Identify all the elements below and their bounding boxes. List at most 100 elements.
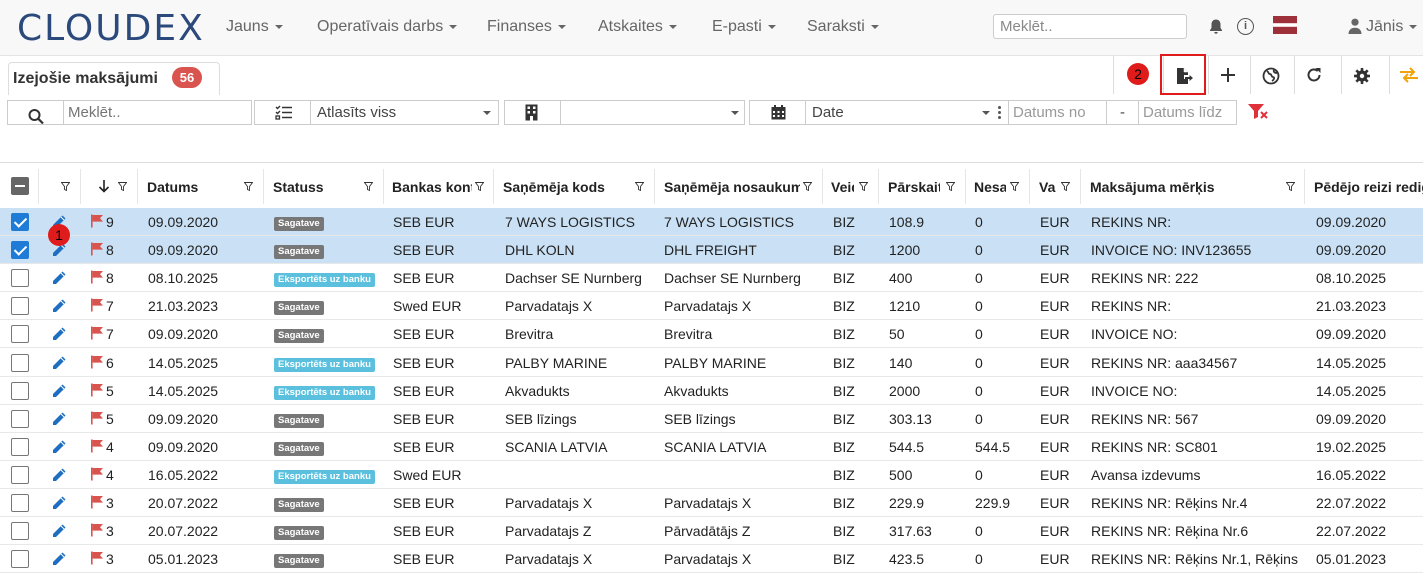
company-filter[interactable]	[504, 100, 745, 125]
flag-icon[interactable]	[90, 411, 104, 425]
col-recipient-code[interactable]: Saņēmēja kods	[503, 179, 628, 195]
swap-button[interactable]	[1389, 56, 1423, 94]
flag-icon[interactable]	[90, 439, 104, 453]
row-checkbox[interactable]	[11, 409, 29, 428]
flag-icon[interactable]	[90, 355, 104, 369]
table-row[interactable]: 8 Sagatave 09.09.2020 SEB EUR DHL KOLN DHL FR…	[0, 236, 1423, 265]
col-bank-account[interactable]: Bankas konts	[392, 179, 472, 195]
col-transferred[interactable]: Pārskaitīts	[888, 179, 940, 195]
date-to-input[interactable]: Datums līdz	[1143, 104, 1235, 121]
latvia-flag-icon[interactable]	[1273, 16, 1297, 34]
user-icon[interactable]	[1348, 18, 1362, 34]
table-row[interactable]: 5 Eksportēts uz banku 14.05.2025 SEB EUR Akv…	[0, 377, 1423, 405]
filter-icon[interactable]	[859, 182, 868, 191]
flag-icon[interactable]	[90, 495, 104, 509]
row-checkbox[interactable]	[11, 213, 29, 231]
row-checkbox[interactable]	[11, 550, 29, 569]
flag-icon[interactable]	[90, 467, 104, 481]
pencil-icon[interactable]	[51, 355, 67, 371]
table-row[interactable]: 3 Sagatave 20.07.2022 SEB EUR Parvadatajs X P…	[0, 489, 1423, 517]
filter-icon[interactable]	[635, 182, 644, 191]
add-button[interactable]	[1208, 56, 1246, 94]
pencil-icon[interactable]	[51, 383, 67, 399]
col-date[interactable]: Datums	[147, 179, 237, 195]
pencil-icon[interactable]	[51, 467, 67, 483]
table-row[interactable]: 3 Sagatave 05.01.2023 SEB EUR Parvadatajs X P…	[0, 545, 1423, 574]
flag-icon[interactable]	[90, 551, 104, 565]
table-row[interactable]: 9 Sagatave 09.09.2020 SEB EUR 7 WAYS LOGISTI…	[0, 208, 1423, 236]
col-payment-purpose[interactable]: Maksājuma mērķis	[1090, 179, 1270, 195]
table-row[interactable]: 7 Sagatave 09.09.2020 SEB EUR Brevitra Brevit…	[0, 320, 1423, 349]
date-field-select[interactable]: Date	[812, 104, 844, 121]
info-icon[interactable]: i	[1237, 18, 1254, 35]
select-all-checkbox[interactable]	[11, 177, 29, 195]
pencil-icon[interactable]	[51, 411, 67, 427]
pencil-icon[interactable]	[51, 326, 67, 342]
filter-icon[interactable]	[946, 182, 955, 191]
tab-outgoing-payments[interactable]: Izejošie maksājumi 56	[8, 62, 220, 95]
row-checkbox[interactable]	[11, 522, 29, 541]
table-row[interactable]: 5 Sagatave 09.09.2020 SEB EUR SEB līzings SEB…	[0, 405, 1423, 433]
bell-icon[interactable]	[1209, 19, 1223, 35]
col-unpaid[interactable]: Nesamaksāts	[974, 179, 1006, 195]
flag-icon[interactable]	[90, 242, 104, 256]
nav-item[interactable]: Operatīvais darbs	[317, 18, 458, 36]
nav-item[interactable]: Saraksti	[807, 18, 879, 36]
sort-desc-icon[interactable]	[98, 179, 110, 193]
nav-item[interactable]: Atskaites	[598, 18, 677, 36]
nav-item[interactable]: Jauns	[226, 18, 283, 36]
filter-icon[interactable]	[1010, 182, 1019, 191]
row-checkbox[interactable]	[11, 269, 29, 288]
pencil-icon[interactable]	[51, 298, 67, 314]
pencil-icon[interactable]	[51, 270, 67, 286]
settings-button[interactable]	[1341, 56, 1383, 94]
table-row[interactable]: 3 Sagatave 20.07.2022 SEB EUR Parvadatajs Z P…	[0, 517, 1423, 546]
row-checkbox[interactable]	[11, 437, 29, 456]
table-row[interactable]: 6 Eksportēts uz banku 14.05.2025 SEB EUR PAL…	[0, 349, 1423, 377]
filter-icon[interactable]	[1286, 182, 1295, 191]
filter-icon[interactable]	[364, 182, 373, 191]
row-checkbox[interactable]	[11, 494, 29, 512]
clear-filter-icon[interactable]	[1247, 103, 1269, 120]
filter-icon[interactable]	[1061, 182, 1070, 191]
status-filter[interactable]: Atlasīts viss	[254, 100, 499, 125]
flag-icon[interactable]	[90, 326, 104, 340]
flag-icon[interactable]	[90, 270, 104, 284]
pencil-icon[interactable]	[51, 439, 67, 455]
global-search-input[interactable]	[993, 14, 1187, 39]
table-row[interactable]: 8 Eksportēts uz banku 08.10.2025 SEB EUR Dac…	[0, 264, 1423, 293]
filter-icon[interactable]	[244, 182, 253, 191]
globe-button[interactable]	[1250, 56, 1288, 94]
row-checkbox[interactable]	[11, 241, 29, 260]
row-checkbox[interactable]	[11, 325, 29, 344]
date-from-input[interactable]: Datums no	[1013, 104, 1086, 121]
col-type[interactable]: Veids	[831, 179, 854, 195]
row-checkbox[interactable]	[11, 381, 29, 400]
pencil-icon[interactable]	[51, 495, 67, 511]
row-checkbox[interactable]	[11, 465, 29, 484]
filter-icon[interactable]	[118, 182, 127, 191]
col-currency[interactable]: Valūta	[1039, 179, 1056, 195]
refresh-button[interactable]	[1294, 56, 1332, 94]
filter-icon[interactable]	[803, 182, 812, 191]
app-logo[interactable]: CLOUDEX	[17, 9, 205, 49]
pencil-icon[interactable]	[51, 523, 67, 539]
col-status[interactable]: Statuss	[273, 179, 358, 195]
filter-icon[interactable]	[61, 182, 70, 191]
filter-search-input[interactable]	[66, 102, 246, 123]
table-row[interactable]: 7 Sagatave 21.03.2023 Swed EUR Parvadatajs X…	[0, 292, 1423, 321]
flag-icon[interactable]	[90, 523, 104, 537]
flag-icon[interactable]	[90, 214, 104, 228]
pencil-icon[interactable]	[51, 551, 67, 567]
nav-item[interactable]: Finanses	[487, 18, 566, 36]
table-row[interactable]: 4 Sagatave 09.09.2020 SEB EUR SCANIA LATVIA S…	[0, 433, 1423, 461]
flag-icon[interactable]	[90, 383, 104, 397]
row-checkbox[interactable]	[11, 353, 29, 372]
nav-item[interactable]: E-pasti	[712, 18, 776, 36]
col-last-edited[interactable]: Pēdējo reizi rediģēts	[1314, 179, 1423, 195]
row-checkbox[interactable]	[11, 297, 29, 316]
vertical-dots-icon[interactable]	[998, 106, 1001, 120]
filter-icon[interactable]	[475, 182, 484, 191]
flag-icon[interactable]	[90, 298, 104, 312]
table-row[interactable]: 4 Eksportēts uz banku 16.05.2022 Swed EUR BI…	[0, 461, 1423, 489]
